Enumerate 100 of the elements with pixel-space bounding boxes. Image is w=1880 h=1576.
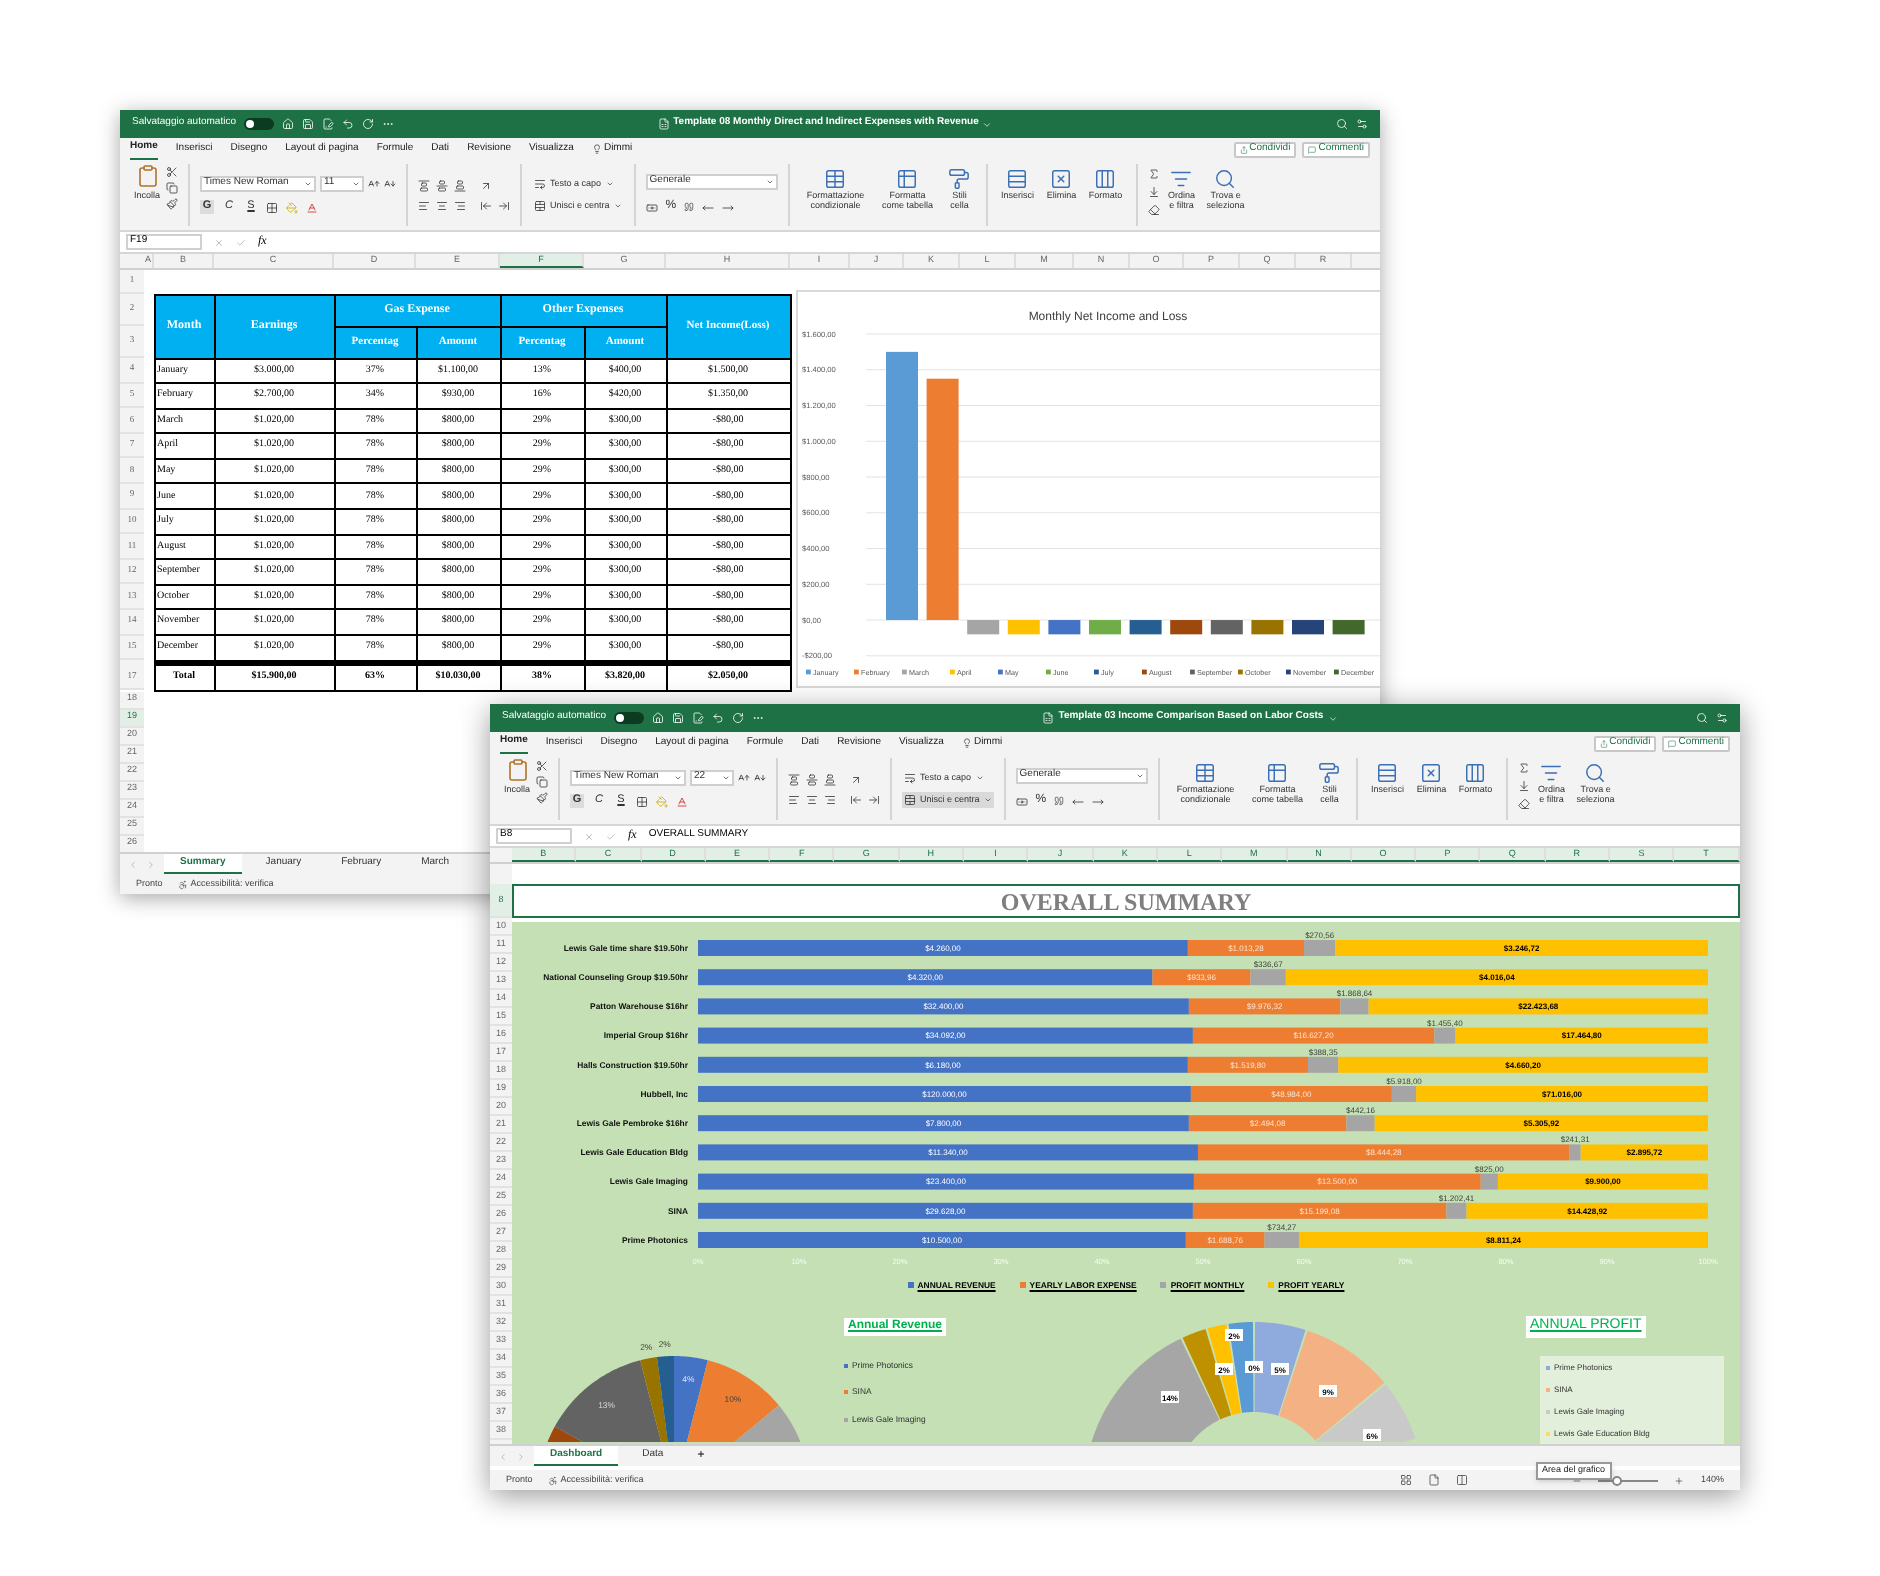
zoom-out-icon[interactable]	[1572, 1475, 1583, 1485]
align-middle-icon[interactable]	[806, 773, 819, 785]
columns-icon	[1094, 168, 1117, 190]
search-icon[interactable]	[1696, 712, 1708, 724]
orientation-icon[interactable]	[480, 179, 493, 191]
lightbulb-icon	[961, 738, 972, 748]
wrap-icon	[904, 772, 917, 784]
align-bottom-icon[interactable]	[824, 773, 837, 785]
save-icon[interactable]	[301, 118, 314, 130]
font-color-icon[interactable]	[676, 795, 689, 807]
align-center-icon[interactable]	[436, 199, 449, 211]
accessibility-icon	[548, 1475, 559, 1485]
comma-icon[interactable]	[1054, 796, 1065, 806]
decrease-indent-icon[interactable]	[850, 793, 863, 805]
zoom-in-icon[interactable]	[1674, 1475, 1685, 1485]
fill-down-icon[interactable]	[1517, 780, 1530, 792]
x-square-icon	[1050, 168, 1073, 190]
rows-icon	[1376, 762, 1399, 784]
cut-icon[interactable]	[536, 760, 549, 772]
edit-file-icon[interactable]	[691, 712, 704, 724]
fill-down-icon[interactable]	[1147, 186, 1160, 198]
increase-indent-icon[interactable]	[868, 793, 881, 805]
bar	[1128, 620, 1161, 635]
paintbrush-icon[interactable]	[536, 792, 549, 804]
align-bottom-icon[interactable]	[454, 179, 467, 191]
currency-icon[interactable]	[645, 201, 658, 213]
copy-icon[interactable]	[536, 776, 549, 788]
columns-icon	[1464, 762, 1487, 784]
page-break-icon[interactable]	[1456, 1474, 1469, 1486]
table-icon	[896, 168, 919, 190]
eraser-icon[interactable]	[1147, 204, 1160, 216]
paint-roller-icon	[948, 168, 971, 190]
bar	[1250, 620, 1283, 635]
rows-icon	[1006, 168, 1029, 190]
decrease-decimal-icon[interactable]	[722, 201, 735, 213]
borders-icon[interactable]	[266, 201, 279, 213]
paintbrush-icon[interactable]	[166, 198, 179, 210]
home-icon[interactable]	[281, 118, 294, 130]
bar	[1006, 620, 1039, 635]
undo-icon[interactable]	[341, 118, 354, 130]
lightbulb-icon	[591, 144, 602, 154]
redo-icon[interactable]	[731, 712, 744, 724]
sheet-title: OVERALL SUMMARY	[512, 884, 1740, 918]
align-right-icon[interactable]	[824, 793, 837, 805]
redo-icon[interactable]	[361, 118, 374, 130]
autosum-icon[interactable]	[1147, 168, 1160, 180]
comment-icon	[1308, 145, 1317, 153]
table-icon	[1194, 762, 1217, 784]
clipboard-icon	[505, 758, 529, 782]
eraser-icon[interactable]	[1517, 798, 1530, 810]
font-color-icon[interactable]	[306, 201, 319, 213]
cut-icon[interactable]	[166, 166, 179, 178]
share-icon	[1599, 739, 1608, 747]
merge-icon	[534, 200, 547, 212]
search-icon[interactable]	[1336, 118, 1348, 130]
align-right-icon[interactable]	[454, 199, 467, 211]
align-top-icon[interactable]	[788, 773, 801, 785]
borders-icon[interactable]	[636, 795, 649, 807]
align-middle-icon[interactable]	[436, 179, 449, 191]
settings-icon[interactable]	[1716, 712, 1728, 724]
undo-icon[interactable]	[711, 712, 724, 724]
increase-decimal-icon[interactable]	[1072, 795, 1085, 807]
edit-file-icon[interactable]	[321, 118, 334, 130]
align-left-icon[interactable]	[788, 793, 801, 805]
comma-icon[interactable]	[684, 202, 695, 212]
grow-font-icon[interactable]	[368, 178, 381, 190]
align-left-icon[interactable]	[418, 199, 431, 211]
align-center-icon[interactable]	[806, 793, 819, 805]
file-icon	[657, 118, 670, 130]
shrink-font-icon[interactable]	[754, 772, 767, 784]
grow-font-icon[interactable]	[738, 772, 751, 784]
increase-decimal-icon[interactable]	[702, 201, 715, 213]
decrease-indent-icon[interactable]	[480, 199, 493, 211]
paint-roller-icon	[1318, 762, 1341, 784]
orientation-icon[interactable]	[850, 773, 863, 785]
increase-indent-icon[interactable]	[498, 199, 511, 211]
align-top-icon[interactable]	[418, 179, 431, 191]
autosum-icon[interactable]	[1517, 762, 1530, 774]
table-icon	[824, 168, 847, 190]
normal-view-icon[interactable]	[1400, 1474, 1413, 1486]
settings-icon[interactable]	[1356, 118, 1368, 130]
home-icon[interactable]	[651, 712, 664, 724]
filter-icon	[1170, 168, 1193, 190]
autosave-toggle[interactable]	[243, 118, 274, 130]
bar	[966, 620, 999, 635]
bar	[1088, 620, 1120, 635]
fill-color-icon[interactable]	[656, 795, 669, 807]
page-layout-icon[interactable]	[1428, 1474, 1441, 1486]
merge-icon	[904, 794, 917, 806]
currency-icon[interactable]	[1015, 795, 1028, 807]
decrease-decimal-icon[interactable]	[1092, 795, 1105, 807]
accessibility-icon	[178, 879, 189, 889]
search-icon	[1214, 168, 1237, 190]
shrink-font-icon[interactable]	[384, 178, 397, 190]
autosave-toggle[interactable]	[613, 712, 644, 724]
fill-color-icon[interactable]	[286, 201, 299, 213]
table-icon	[1266, 762, 1289, 784]
file-icon	[1042, 712, 1055, 724]
save-icon[interactable]	[671, 712, 684, 724]
copy-icon[interactable]	[166, 182, 179, 194]
